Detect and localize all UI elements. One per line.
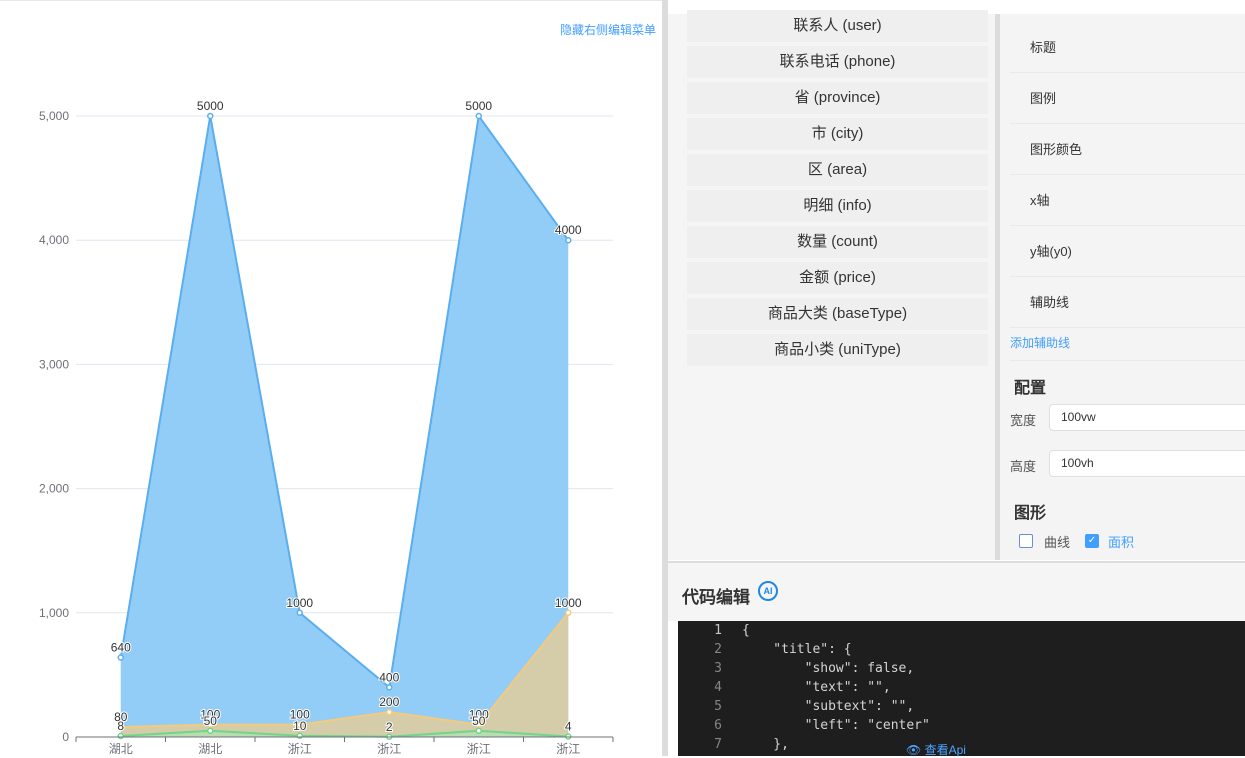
x-tick-label: 浙江 — [377, 742, 401, 756]
field-item[interactable]: 商品大类 (baseType) — [687, 298, 988, 330]
code-line[interactable]: "show": false, — [742, 661, 915, 676]
data-point — [207, 112, 214, 120]
height-label: 高度 — [1010, 459, 1037, 474]
ai-icon[interactable]: AI — [758, 581, 778, 601]
code-editor-title: 代码编辑 — [682, 588, 750, 607]
data-point — [565, 236, 572, 244]
line-number: 2 — [714, 642, 722, 657]
line-number: 7 — [714, 737, 722, 752]
line-number: 4 — [714, 680, 722, 695]
y-tick-label: 4,000 — [39, 233, 69, 247]
x-tick-label: 浙江 — [467, 742, 491, 756]
data-point — [475, 727, 482, 735]
y-tick-label: 5,000 — [39, 109, 69, 123]
shape-section-title: 图形 — [1014, 505, 1047, 522]
eye-icon: 👁 — [906, 743, 925, 757]
code-line[interactable]: { — [742, 623, 750, 638]
x-tick-label: 湖北 — [198, 741, 222, 756]
data-label: 50 — [472, 714, 486, 728]
property-row[interactable]: 图例 — [1010, 73, 1245, 124]
code-line[interactable]: "title": { — [742, 642, 851, 657]
data-label: 10 — [293, 719, 307, 733]
width-input[interactable]: 100vw — [1049, 404, 1245, 431]
code-line[interactable]: "left": "center" — [742, 718, 930, 733]
chart-panel: 隐藏右侧编辑菜单 0 1,000 2,000 3,000 4,000 5,000 640 50… — [0, 0, 662, 756]
field-item[interactable]: 金额 (price) — [687, 262, 988, 294]
property-row[interactable]: x轴 — [1010, 175, 1245, 226]
data-point — [296, 732, 303, 740]
field-item[interactable]: 省 (province) — [687, 82, 988, 114]
x-tick-label: 浙江 — [288, 742, 312, 756]
x-tick-label: 浙江 — [556, 742, 580, 756]
field-list: 联系人 (user) 联系电话 (phone) 省 (province) 市 (cit… — [668, 10, 995, 560]
line-number: 1 — [714, 623, 722, 638]
data-label: 1000 — [555, 596, 582, 610]
property-row[interactable]: 辅助线 — [1010, 277, 1245, 328]
data-point — [207, 727, 214, 735]
data-label: 5000 — [197, 99, 224, 113]
data-label: 5000 — [465, 99, 492, 113]
data-point — [296, 609, 303, 617]
area-checkbox[interactable]: ✓ — [1085, 534, 1099, 548]
y-tick-label: 2,000 — [39, 482, 69, 496]
line-number: 5 — [714, 699, 722, 714]
data-point — [386, 708, 393, 716]
field-item[interactable]: 数量 (count) — [687, 226, 988, 258]
height-input[interactable]: 100vh — [1049, 450, 1245, 477]
data-point — [117, 732, 124, 740]
field-item[interactable]: 市 (city) — [687, 118, 988, 150]
width-label: 宽度 — [1010, 413, 1037, 428]
property-row[interactable]: 标题 — [1010, 22, 1245, 73]
curve-label: 曲线 — [1044, 535, 1071, 550]
x-tick-label: 湖北 — [109, 741, 133, 756]
add-guide-line-link[interactable]: 添加辅助线 — [1010, 334, 1070, 351]
code-line[interactable]: "text": "", — [742, 680, 891, 695]
area-chart: 0 1,000 2,000 3,000 4,000 5,000 640 5000 1000 400… — [39, 98, 614, 756]
data-point — [117, 654, 124, 661]
data-point — [475, 112, 482, 120]
config-section-title: 配置 — [1014, 380, 1047, 397]
area-label: 面积 — [1108, 535, 1135, 550]
y-tick-label: 3,000 — [39, 357, 69, 371]
field-item[interactable]: 联系人 (user) — [687, 10, 988, 42]
data-point — [386, 684, 393, 691]
y-tick-label: 0 — [62, 730, 69, 744]
code-editor[interactable]: 1 {2 "title": { 3 "show": false, 4 "text": … — [678, 621, 1245, 758]
data-label: 4 — [565, 720, 572, 734]
data-label: 640 — [111, 641, 131, 655]
line-number: 3 — [714, 661, 722, 676]
code-editor-header: 代码编辑 AI — [668, 561, 1245, 621]
series-area — [120, 116, 569, 737]
field-item[interactable]: 区 (area) — [687, 154, 988, 186]
field-item[interactable]: 联系电话 (phone) — [687, 46, 988, 78]
data-label: 2 — [386, 720, 393, 734]
data-label: 8 — [117, 719, 124, 733]
field-item[interactable]: 明细 (info) — [687, 190, 988, 222]
data-label: 200 — [379, 695, 399, 709]
code-line[interactable]: "subtext": "", — [742, 699, 915, 714]
field-item[interactable]: 商品小类 (uniType) — [687, 334, 988, 366]
data-label: 4000 — [555, 223, 582, 237]
data-label: 400 — [379, 670, 399, 684]
property-row[interactable]: 图形颜色 — [1010, 124, 1245, 175]
curve-checkbox[interactable] — [1019, 534, 1033, 548]
property-panel: 标题 图例 图形颜色 x轴 y轴(y0) 辅助线 添加辅助线 配置 宽度 100vw 高度… — [1000, 14, 1245, 560]
property-row[interactable]: y轴(y0) — [1010, 226, 1245, 277]
y-tick-label: 1,000 — [39, 606, 69, 620]
view-api-label: 查看Api — [924, 743, 966, 757]
data-label: 50 — [204, 714, 218, 728]
data-label: 1000 — [286, 596, 313, 610]
code-line[interactable]: }, — [742, 737, 789, 752]
data-point — [565, 609, 572, 617]
view-api-link[interactable]: 👁 查看Api — [906, 741, 966, 758]
line-number: 6 — [714, 718, 722, 733]
